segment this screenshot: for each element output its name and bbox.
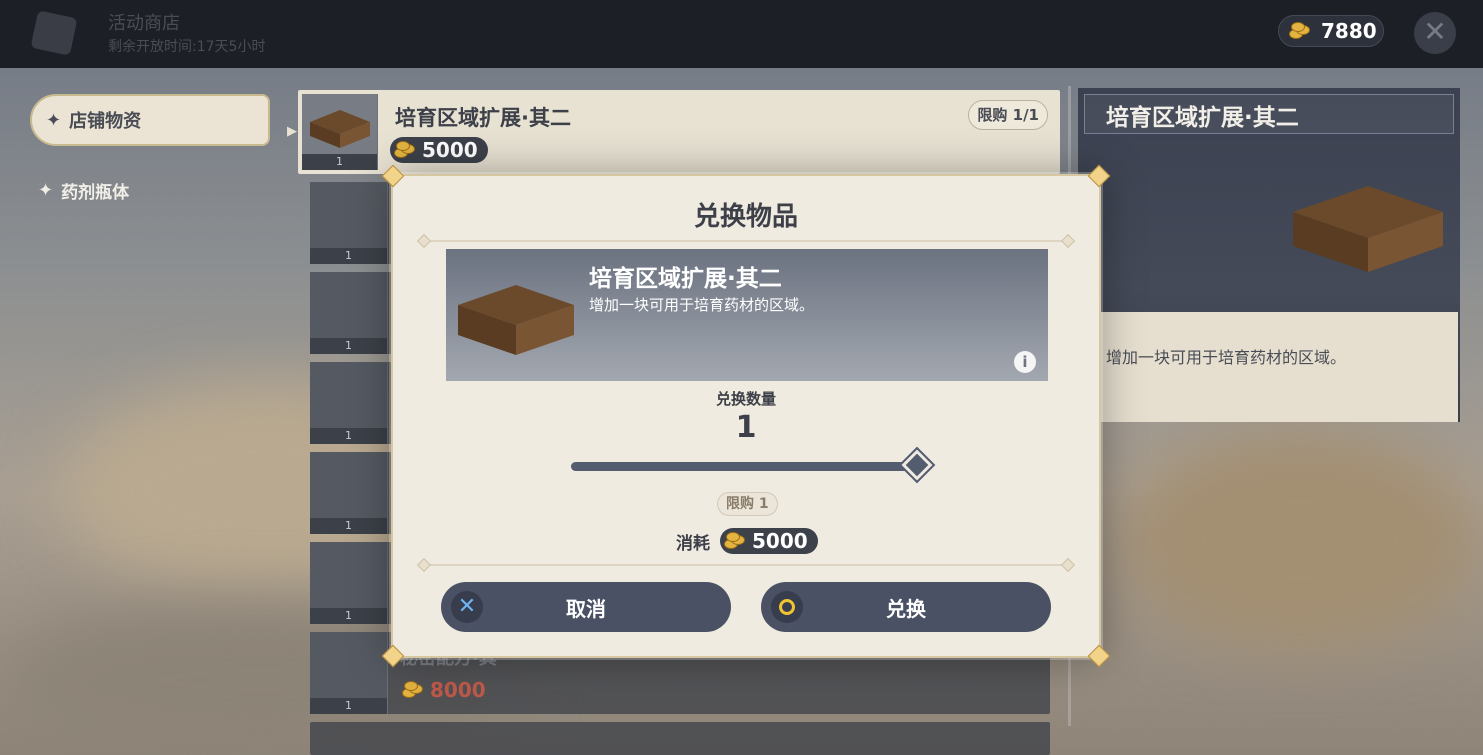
corner-ornament-icon (381, 164, 405, 188)
sparkle-icon: ✦ (46, 109, 62, 131)
cancel-button-label: 取消 (566, 596, 606, 621)
item-name: 培育区域扩展·其二 (395, 106, 571, 130)
sparkle-icon: ✦ (38, 180, 54, 201)
item-quantity: 1 (310, 428, 387, 444)
sidebar-item-potion-bottles[interactable]: ✦ 药剂瓶体 (38, 178, 129, 203)
shop-tag-icon (30, 10, 78, 56)
info-icon[interactable]: i (1014, 351, 1036, 373)
item-description: 增加一块可用于培育药材的区域。 (589, 296, 815, 314)
item-quantity: 1 (310, 248, 387, 264)
cancel-button[interactable]: ✕ 取消 (441, 582, 731, 632)
purchase-limit-badge: 限购 1/1 (968, 100, 1048, 130)
shop-timer: 剩余开放时间:17天5小时 (108, 39, 266, 55)
item-thumbnail: 1 (310, 182, 388, 264)
planter-box-image (1293, 186, 1443, 272)
detail-title: 培育区域扩展·其二 (1106, 105, 1299, 131)
item-thumbnail: 1 (310, 542, 388, 624)
corner-ornament-icon (381, 644, 405, 668)
item-quantity: 1 (310, 518, 387, 534)
cost-value: 5000 (752, 529, 808, 553)
quantity-label: 兑换数量 (715, 390, 776, 408)
item-name: 培育区域扩展·其二 (589, 266, 782, 292)
list-item[interactable] (310, 722, 1050, 755)
mora-coin-icon (400, 680, 426, 700)
detail-description-area: 增加一块可用于培育药材的区域。 (1100, 312, 1458, 422)
item-quantity: 1 (302, 154, 377, 170)
quantity-slider-handle[interactable] (898, 446, 936, 484)
quantity-slider[interactable] (571, 446, 936, 484)
item-price: 8000 (400, 678, 486, 702)
item-card: 培育区域扩展·其二 增加一块可用于培育药材的区域。 i (446, 249, 1048, 381)
divider (423, 564, 1069, 566)
mora-coin-icon (722, 531, 748, 551)
quantity-value: 1 (735, 410, 757, 445)
detail-description: 增加一块可用于培育药材的区域。 (1106, 348, 1347, 367)
item-price: 5000 (390, 137, 488, 163)
close-icon[interactable]: ✕ (1414, 12, 1456, 54)
exchange-dialog: 兑换物品 培育区域扩展·其二 增加一块可用于培育药材的区域。 i 兑换数量 1 … (391, 174, 1101, 658)
item-quantity: 1 (310, 698, 387, 714)
mora-coin-icon (392, 140, 418, 160)
cost-pill: 5000 (720, 528, 818, 554)
top-bar: 活动商店 剩余开放时间:17天5小时 7880 ✕ (0, 0, 1483, 68)
sidebar-item-shop-supplies[interactable]: ✦ 店铺物资 (30, 94, 270, 146)
item-quantity: 1 (310, 608, 387, 624)
exchange-button-label: 兑换 (886, 596, 926, 621)
currency-display: 7880 (1278, 15, 1384, 47)
item-detail-panel: 培育区域扩展·其二 增加一块可用于培育药材的区域。 (1078, 88, 1460, 422)
item-price-value: 8000 (430, 678, 486, 702)
selection-arrow-icon: ▶ (287, 124, 297, 139)
planter-box-icon (458, 285, 574, 355)
background-ground (1120, 430, 1480, 650)
circle-icon (771, 591, 803, 623)
item-thumbnail: 1 (310, 272, 388, 354)
cross-icon: ✕ (451, 591, 483, 623)
corner-ornament-icon (1087, 164, 1111, 188)
sidebar-item-label: 店铺物资 (69, 111, 142, 132)
cost-row: 消耗 5000 (676, 528, 818, 554)
list-item-selected[interactable]: 1 培育区域扩展·其二 5000 限购 1/1 (298, 90, 1060, 174)
purchase-limit-badge: 限购 1 (717, 492, 778, 516)
corner-ornament-icon (1087, 644, 1111, 668)
mora-coin-icon (1287, 21, 1313, 41)
dialog-title: 兑换物品 (693, 202, 798, 232)
currency-amount: 7880 (1321, 19, 1377, 43)
item-thumbnail: 1 (302, 94, 378, 170)
planter-box-icon (310, 110, 370, 148)
sidebar-item-label: 药剂瓶体 (61, 183, 130, 203)
item-thumbnail: 1 (310, 362, 388, 444)
exchange-button[interactable]: 兑换 (761, 582, 1051, 632)
item-price-value: 5000 (422, 138, 478, 162)
item-thumbnail: 1 (310, 452, 388, 534)
item-thumbnail: 1 (310, 632, 388, 714)
shop-title: 活动商店 (108, 13, 180, 34)
cost-label: 消耗 (676, 533, 710, 554)
divider (423, 240, 1069, 242)
quantity-slider-fill (571, 462, 917, 471)
item-quantity: 1 (310, 338, 387, 354)
